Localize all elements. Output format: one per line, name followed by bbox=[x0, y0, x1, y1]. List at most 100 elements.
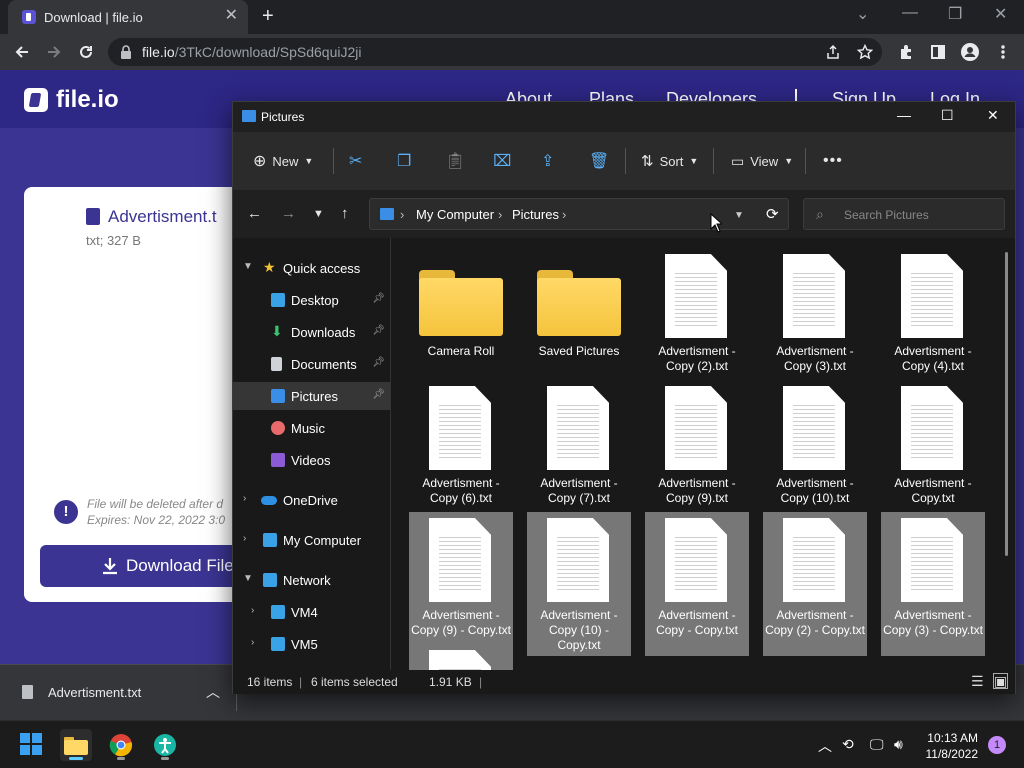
nav-vm4[interactable]: › VM4 bbox=[233, 598, 390, 626]
close-browser-button[interactable]: ✕ bbox=[994, 4, 1007, 24]
delete-button[interactable]: 🗑︎ bbox=[589, 150, 609, 172]
restore-browser-button[interactable]: ❐ bbox=[948, 4, 962, 24]
up-arrow-icon[interactable]: ↑ bbox=[341, 205, 349, 222]
refresh-icon[interactable]: ⟳ bbox=[766, 205, 779, 223]
explorer-address-bar[interactable]: › My Computer › Pictures › ▼ ⟳ bbox=[369, 198, 789, 230]
nav-music[interactable]: Music bbox=[233, 414, 390, 442]
maximize-button[interactable]: ☐ bbox=[941, 107, 954, 124]
nav-my-computer[interactable]: › My Computer bbox=[233, 526, 390, 554]
document-icon bbox=[271, 357, 282, 371]
chevron-up-icon[interactable]: ︿ bbox=[206, 682, 220, 702]
file-item[interactable]: Advertisment - Copy (7).txt bbox=[527, 380, 631, 524]
profile-avatar-icon[interactable] bbox=[959, 41, 981, 63]
bookmark-star-icon[interactable] bbox=[854, 41, 876, 63]
file-item[interactable]: Advertisment - Copy (4).txt bbox=[881, 248, 985, 392]
file-item[interactable]: Advertisment - Copy (2).txt bbox=[645, 248, 749, 392]
minimize-button[interactable]: — bbox=[897, 107, 911, 123]
pin-icon[interactable]: 📌︎ bbox=[372, 357, 385, 368]
details-view-icon[interactable]: ☰ bbox=[971, 673, 984, 690]
back-arrow-icon[interactable]: ← bbox=[247, 205, 262, 222]
cut-button[interactable]: ✂ bbox=[349, 150, 362, 172]
reload-icon[interactable] bbox=[75, 41, 97, 63]
file-item[interactable]: Advertisment - Copy (10) - Copy.txt bbox=[527, 512, 631, 656]
nav-network[interactable]: ▼ Network bbox=[233, 566, 390, 594]
recent-locations-icon[interactable]: ▼ bbox=[313, 208, 324, 220]
rename-icon: ⌧ bbox=[493, 153, 512, 170]
file-item[interactable]: Advertisment - Copy (9).txt bbox=[645, 380, 749, 524]
explorer-titlebar[interactable]: Pictures — ☐ ✕ bbox=[233, 102, 1015, 132]
file-item[interactable]: Advertisment - Copy (3) - Copy.txt bbox=[881, 512, 985, 656]
share-icon[interactable] bbox=[822, 41, 844, 63]
selection-count: 6 items selected bbox=[311, 675, 398, 689]
item-label: Advertisment - Copy (3) - Copy.txt bbox=[883, 608, 983, 637]
monitor-icon[interactable]: 🖵︎ bbox=[870, 736, 884, 753]
sync-alert-icon[interactable]: ⟲ bbox=[842, 736, 854, 753]
nav-videos[interactable]: Videos bbox=[233, 446, 390, 474]
pin-icon[interactable]: 📌︎ bbox=[372, 293, 385, 304]
computer-icon bbox=[263, 533, 277, 547]
browser-tab[interactable]: Download | file.io ✕ bbox=[8, 0, 248, 34]
fileio-logo[interactable]: file.io bbox=[24, 86, 119, 114]
pin-icon[interactable]: 📌︎ bbox=[372, 325, 385, 336]
file-item[interactable]: Advertisment - Copy (2) - Copy.txt bbox=[763, 512, 867, 656]
nav-desktop[interactable]: Desktop 📌︎ bbox=[233, 286, 390, 314]
chrome-taskbar-icon[interactable] bbox=[105, 729, 137, 761]
notification-badge[interactable]: 1 bbox=[988, 736, 1006, 754]
system-clock[interactable]: 10:13 AM 11/8/2022 bbox=[922, 730, 979, 762]
new-tab-button[interactable]: + bbox=[262, 6, 274, 26]
address-history-chevron-icon[interactable]: ▼ bbox=[734, 210, 744, 221]
file-item[interactable]: Advertisment - Copy - Copy.txt bbox=[645, 512, 749, 656]
nav-vm5[interactable]: › VM5 bbox=[233, 630, 390, 658]
close-button[interactable]: ✕ bbox=[987, 107, 999, 124]
extensions-icon[interactable] bbox=[895, 41, 917, 63]
tab-close-icon[interactable]: ✕ bbox=[225, 8, 238, 24]
search-input[interactable]: ⌕ Search Pictures bbox=[803, 198, 1005, 230]
file-explorer-taskbar-icon[interactable] bbox=[60, 729, 92, 761]
folder-item[interactable]: Saved Pictures bbox=[527, 248, 631, 392]
nav-documents[interactable]: Documents 📌︎ bbox=[233, 350, 390, 378]
new-button[interactable]: ⊕ New ▼ bbox=[253, 150, 313, 172]
nav-onedrive[interactable]: › OneDrive bbox=[233, 486, 390, 514]
browser-menu-icon[interactable] bbox=[992, 41, 1014, 63]
file-item[interactable]: Advertisment - Copy.txt bbox=[881, 380, 985, 524]
sort-button[interactable]: ⇅ Sort ▼ bbox=[641, 150, 698, 172]
pin-icon[interactable]: 📌︎ bbox=[372, 389, 385, 400]
file-item[interactable]: Advertisment - Copy (6).txt bbox=[409, 380, 513, 524]
downloaded-file-name[interactable]: Advertisment.txt bbox=[48, 685, 141, 700]
paste-button[interactable]: 📋︎ bbox=[445, 150, 465, 172]
share-button[interactable]: ⇪ bbox=[541, 150, 554, 172]
side-panel-icon[interactable] bbox=[927, 41, 949, 63]
nav-quick-access[interactable]: ▼ ★ Quick access bbox=[233, 254, 390, 282]
windows-start-icon[interactable] bbox=[16, 729, 48, 761]
tiles-view-icon[interactable]: ▣ bbox=[993, 673, 1009, 689]
speaker-icon[interactable]: 🔊︎ bbox=[894, 736, 903, 753]
tray-overflow-chevron-icon[interactable]: ︿ bbox=[818, 736, 832, 756]
nav-pictures[interactable]: Pictures 📌︎ bbox=[233, 382, 390, 410]
back-arrow-icon[interactable] bbox=[11, 41, 33, 63]
item-label: Advertisment - Copy (6).txt bbox=[422, 476, 500, 505]
tab-search-icon[interactable]: ⌄ bbox=[856, 4, 869, 24]
download-file-button[interactable]: Download File bbox=[40, 545, 254, 587]
vertical-scrollbar[interactable] bbox=[1005, 252, 1008, 556]
minimize-browser-button[interactable]: — bbox=[902, 4, 918, 22]
view-button[interactable]: ▭ View ▼ bbox=[731, 150, 793, 172]
item-label: Advertisment - Copy.txt bbox=[894, 476, 972, 505]
separator bbox=[805, 148, 806, 174]
forward-arrow-icon[interactable] bbox=[43, 41, 65, 63]
file-meta: txt; 327 B bbox=[86, 233, 141, 248]
see-more-button[interactable]: ••• bbox=[823, 150, 843, 172]
chevron-right-icon: › bbox=[400, 207, 405, 222]
breadcrumb-pictures[interactable]: Pictures bbox=[512, 207, 559, 222]
nav-downloads[interactable]: ⬇ Downloads 📌︎ bbox=[233, 318, 390, 346]
file-item[interactable] bbox=[409, 644, 513, 670]
rename-button[interactable]: ⌧ bbox=[493, 150, 511, 172]
address-bar[interactable]: file.io/3TkC/download/SpSd6quiJ2ji bbox=[108, 38, 882, 66]
file-item[interactable]: Advertisment - Copy (3).txt bbox=[763, 248, 867, 392]
accessibility-app-icon[interactable] bbox=[149, 729, 181, 761]
file-item[interactable]: Advertisment - Copy (9) - Copy.txt bbox=[409, 512, 513, 656]
copy-button[interactable]: ❐ bbox=[397, 150, 411, 172]
folder-item[interactable]: Camera Roll bbox=[409, 248, 513, 392]
file-item[interactable]: Advertisment - Copy (10).txt bbox=[763, 380, 867, 524]
forward-arrow-icon[interactable]: → bbox=[281, 205, 296, 222]
breadcrumb-my-computer[interactable]: My Computer bbox=[416, 207, 494, 222]
